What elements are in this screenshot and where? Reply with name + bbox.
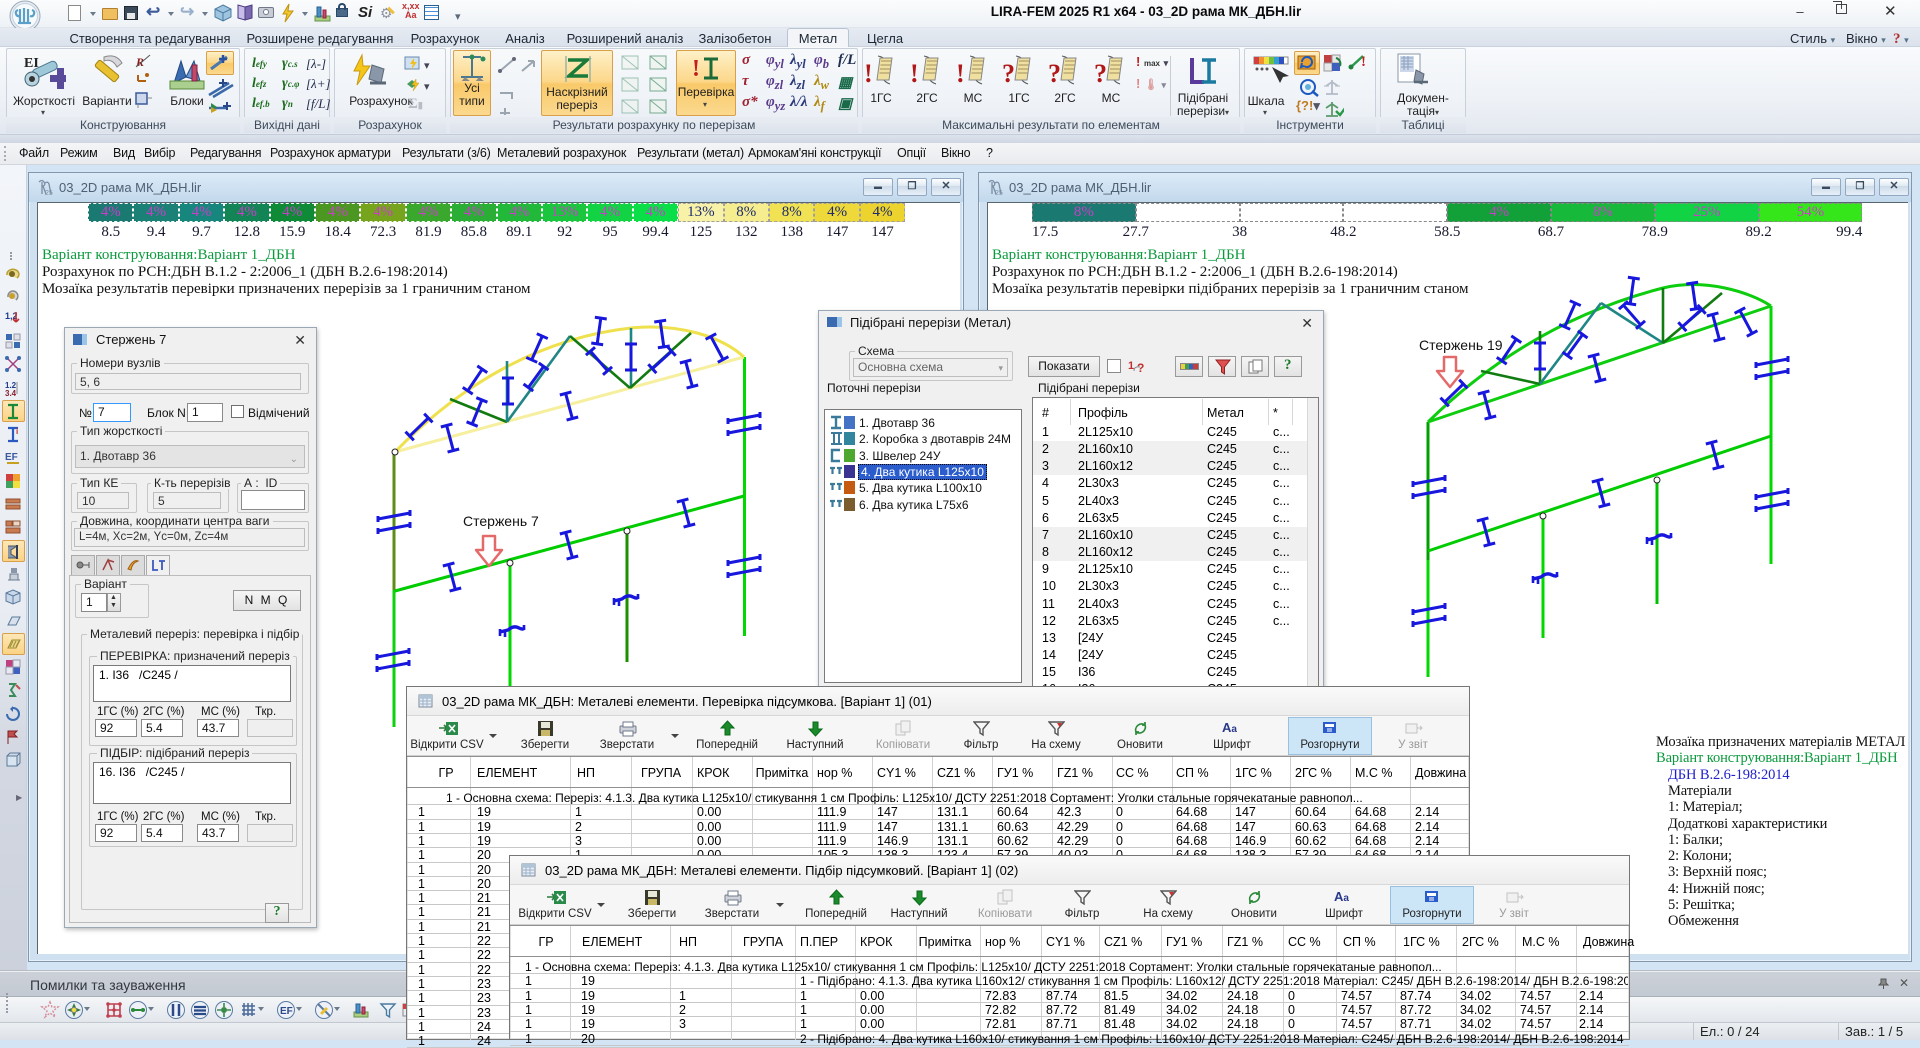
svg-text:Стержень 19: Стержень 19 — [1419, 337, 1503, 353]
svg-text:!: ! — [910, 59, 919, 88]
svg-text:?: ? — [1094, 59, 1107, 88]
svg-text:!: ! — [692, 56, 700, 82]
svg-text:25: 25 — [995, 190, 1003, 197]
svg-text:EF: EF — [280, 1006, 293, 1017]
svg-text:EF: EF — [5, 452, 18, 463]
svg-text:▾: ▾ — [424, 60, 430, 72]
svg-text:25: 25 — [45, 190, 53, 197]
svg-text:?: ? — [1048, 59, 1061, 88]
svg-text:3.4: 3.4 — [5, 389, 17, 398]
svg-text:!: ! — [1361, 54, 1366, 70]
svg-text:?: ? — [1137, 361, 1144, 375]
svg-text:1: 1 — [1128, 360, 1134, 372]
svg-text:i: i — [16, 427, 18, 436]
svg-text:▾: ▾ — [424, 81, 430, 93]
svg-text:Стержень 7: Стержень 7 — [463, 513, 539, 529]
svg-text:!: ! — [956, 59, 965, 88]
svg-text:?: ? — [1002, 59, 1015, 88]
svg-text:!: ! — [864, 59, 873, 88]
